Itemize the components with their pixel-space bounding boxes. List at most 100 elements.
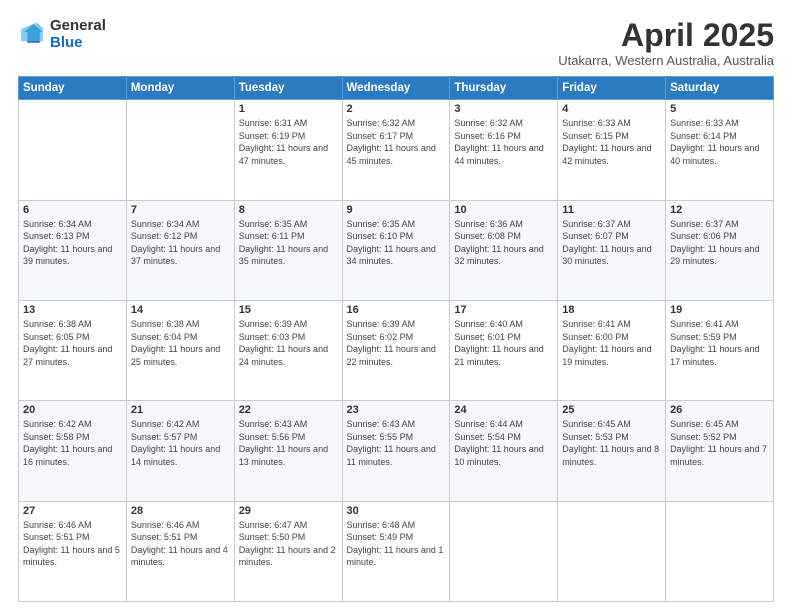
calendar-cell: 23Sunrise: 6:43 AMSunset: 5:55 PMDayligh… bbox=[342, 401, 450, 501]
day-number: 5 bbox=[670, 103, 769, 115]
calendar-cell: 2 Sunrise: 6:32 AMSunset: 6:17 PMDaylight… bbox=[342, 100, 450, 200]
calendar-cell: 28 Sunrise: 6:46 AMSunset: 5:51 PMDayligh… bbox=[126, 501, 234, 601]
header-day-sunday: Sunday bbox=[19, 77, 127, 100]
day-number: 11 bbox=[562, 204, 661, 216]
day-info: Sunrise: 6:40 AMSunset: 6:01 PMDaylight:… bbox=[454, 318, 553, 368]
calendar-week-3: 13Sunrise: 6:38 AMSunset: 6:05 PMDayligh… bbox=[19, 300, 774, 400]
day-number: 19 bbox=[670, 304, 769, 316]
calendar-cell: 26Sunrise: 6:45 AMSunset: 5:52 PMDayligh… bbox=[666, 401, 774, 501]
day-number: 8 bbox=[239, 204, 338, 216]
day-info: Sunrise: 6:32 AMSunset: 6:16 PMDaylight:… bbox=[454, 117, 553, 167]
day-number: 21 bbox=[131, 404, 230, 416]
day-info: Sunrise: 6:41 AMSunset: 6:00 PMDaylight:… bbox=[562, 318, 661, 368]
header: General Blue April 2025 Utakarra, Wester… bbox=[18, 18, 774, 68]
day-number: 9 bbox=[347, 204, 446, 216]
header-day-friday: Friday bbox=[558, 77, 666, 100]
day-number: 30 bbox=[347, 505, 446, 517]
day-number: 6 bbox=[23, 204, 122, 216]
calendar-cell: 30Sunrise: 6:48 AMSunset: 5:49 PMDayligh… bbox=[342, 501, 450, 601]
day-info: Sunrise: 6:38 AMSunset: 6:05 PMDaylight:… bbox=[23, 318, 122, 368]
calendar-cell: 3Sunrise: 6:32 AMSunset: 6:16 PMDaylight… bbox=[450, 100, 558, 200]
day-info: Sunrise: 6:34 AMSunset: 6:12 PMDaylight:… bbox=[131, 218, 230, 268]
header-day-wednesday: Wednesday bbox=[342, 77, 450, 100]
day-number: 4 bbox=[562, 103, 661, 115]
day-info: Sunrise: 6:38 AMSunset: 6:04 PMDaylight:… bbox=[131, 318, 230, 368]
day-info: Sunrise: 6:42 AMSunset: 5:57 PMDaylight:… bbox=[131, 418, 230, 468]
header-day-tuesday: Tuesday bbox=[234, 77, 342, 100]
day-number: 15 bbox=[239, 304, 338, 316]
calendar-table: SundayMondayTuesdayWednesdayThursdayFrid… bbox=[18, 76, 774, 602]
header-day-thursday: Thursday bbox=[450, 77, 558, 100]
header-day-saturday: Saturday bbox=[666, 77, 774, 100]
day-info: Sunrise: 6:39 AMSunset: 6:03 PMDaylight:… bbox=[239, 318, 338, 368]
calendar-week-4: 20 Sunrise: 6:42 AMSunset: 5:58 PMDayligh… bbox=[19, 401, 774, 501]
calendar-cell: 21 Sunrise: 6:42 AMSunset: 5:57 PMDayligh… bbox=[126, 401, 234, 501]
calendar-cell: 20 Sunrise: 6:42 AMSunset: 5:58 PMDayligh… bbox=[19, 401, 127, 501]
day-number: 1 bbox=[239, 103, 338, 115]
calendar-cell: 8 Sunrise: 6:35 AMSunset: 6:11 PMDaylight… bbox=[234, 200, 342, 300]
logo: General Blue bbox=[18, 18, 106, 51]
day-info: Sunrise: 6:42 AMSunset: 5:58 PMDaylight:… bbox=[23, 418, 122, 468]
day-info: Sunrise: 6:47 AMSunset: 5:50 PMDaylight:… bbox=[239, 519, 338, 569]
day-number: 26 bbox=[670, 404, 769, 416]
calendar-cell bbox=[558, 501, 666, 601]
day-number: 10 bbox=[454, 204, 553, 216]
calendar-cell: 11Sunrise: 6:37 AMSunset: 6:07 PMDayligh… bbox=[558, 200, 666, 300]
calendar-cell: 1Sunrise: 6:31 AMSunset: 6:19 PMDaylight… bbox=[234, 100, 342, 200]
calendar-cell bbox=[666, 501, 774, 601]
calendar-cell: 18 Sunrise: 6:41 AMSunset: 6:00 PMDayligh… bbox=[558, 300, 666, 400]
day-number: 24 bbox=[454, 404, 553, 416]
day-info: Sunrise: 6:39 AMSunset: 6:02 PMDaylight:… bbox=[347, 318, 446, 368]
day-info: Sunrise: 6:46 AMSunset: 5:51 PMDaylight:… bbox=[23, 519, 122, 569]
calendar-cell bbox=[126, 100, 234, 200]
calendar-cell: 22 Sunrise: 6:43 AMSunset: 5:56 PMDayligh… bbox=[234, 401, 342, 501]
day-info: Sunrise: 6:43 AMSunset: 5:55 PMDaylight:… bbox=[347, 418, 446, 468]
calendar-cell: 14 Sunrise: 6:38 AMSunset: 6:04 PMDayligh… bbox=[126, 300, 234, 400]
calendar-cell bbox=[19, 100, 127, 200]
day-info: Sunrise: 6:33 AMSunset: 6:15 PMDaylight:… bbox=[562, 117, 661, 167]
day-info: Sunrise: 6:36 AMSunset: 6:08 PMDaylight:… bbox=[454, 218, 553, 268]
calendar-cell: 16Sunrise: 6:39 AMSunset: 6:02 PMDayligh… bbox=[342, 300, 450, 400]
day-info: Sunrise: 6:37 AMSunset: 6:06 PMDaylight:… bbox=[670, 218, 769, 268]
day-number: 20 bbox=[23, 404, 122, 416]
calendar-cell bbox=[450, 501, 558, 601]
day-number: 17 bbox=[454, 304, 553, 316]
day-number: 28 bbox=[131, 505, 230, 517]
calendar-cell: 6 Sunrise: 6:34 AMSunset: 6:13 PMDaylight… bbox=[19, 200, 127, 300]
day-number: 27 bbox=[23, 505, 122, 517]
logo-icon bbox=[18, 21, 46, 49]
day-number: 2 bbox=[347, 103, 446, 115]
day-number: 7 bbox=[131, 204, 230, 216]
day-info: Sunrise: 6:34 AMSunset: 6:13 PMDaylight:… bbox=[23, 218, 122, 268]
calendar-week-2: 6 Sunrise: 6:34 AMSunset: 6:13 PMDaylight… bbox=[19, 200, 774, 300]
page: General Blue April 2025 Utakarra, Wester… bbox=[0, 0, 792, 612]
title-month: April 2025 bbox=[558, 18, 774, 53]
day-info: Sunrise: 6:46 AMSunset: 5:51 PMDaylight:… bbox=[131, 519, 230, 569]
logo-general: General bbox=[50, 18, 106, 35]
calendar-cell: 17 Sunrise: 6:40 AMSunset: 6:01 PMDayligh… bbox=[450, 300, 558, 400]
day-info: Sunrise: 6:32 AMSunset: 6:17 PMDaylight:… bbox=[347, 117, 446, 167]
calendar-header-row: SundayMondayTuesdayWednesdayThursdayFrid… bbox=[19, 77, 774, 100]
day-number: 18 bbox=[562, 304, 661, 316]
day-info: Sunrise: 6:45 AMSunset: 5:53 PMDaylight:… bbox=[562, 418, 661, 468]
calendar-cell: 19 Sunrise: 6:41 AMSunset: 5:59 PMDayligh… bbox=[666, 300, 774, 400]
calendar-cell: 27 Sunrise: 6:46 AMSunset: 5:51 PMDayligh… bbox=[19, 501, 127, 601]
calendar-cell: 7 Sunrise: 6:34 AMSunset: 6:12 PMDaylight… bbox=[126, 200, 234, 300]
day-number: 12 bbox=[670, 204, 769, 216]
day-number: 14 bbox=[131, 304, 230, 316]
day-info: Sunrise: 6:41 AMSunset: 5:59 PMDaylight:… bbox=[670, 318, 769, 368]
calendar-week-1: 1Sunrise: 6:31 AMSunset: 6:19 PMDaylight… bbox=[19, 100, 774, 200]
title-location: Utakarra, Western Australia, Australia bbox=[558, 53, 774, 68]
day-number: 22 bbox=[239, 404, 338, 416]
header-day-monday: Monday bbox=[126, 77, 234, 100]
calendar-week-5: 27 Sunrise: 6:46 AMSunset: 5:51 PMDayligh… bbox=[19, 501, 774, 601]
day-info: Sunrise: 6:35 AMSunset: 6:10 PMDaylight:… bbox=[347, 218, 446, 268]
calendar-cell: 12 Sunrise: 6:37 AMSunset: 6:06 PMDayligh… bbox=[666, 200, 774, 300]
calendar-cell: 9 Sunrise: 6:35 AMSunset: 6:10 PMDaylight… bbox=[342, 200, 450, 300]
day-number: 29 bbox=[239, 505, 338, 517]
day-info: Sunrise: 6:44 AMSunset: 5:54 PMDaylight:… bbox=[454, 418, 553, 468]
day-info: Sunrise: 6:35 AMSunset: 6:11 PMDaylight:… bbox=[239, 218, 338, 268]
calendar-cell: 4 Sunrise: 6:33 AMSunset: 6:15 PMDaylight… bbox=[558, 100, 666, 200]
day-info: Sunrise: 6:43 AMSunset: 5:56 PMDaylight:… bbox=[239, 418, 338, 468]
logo-blue: Blue bbox=[50, 35, 106, 52]
